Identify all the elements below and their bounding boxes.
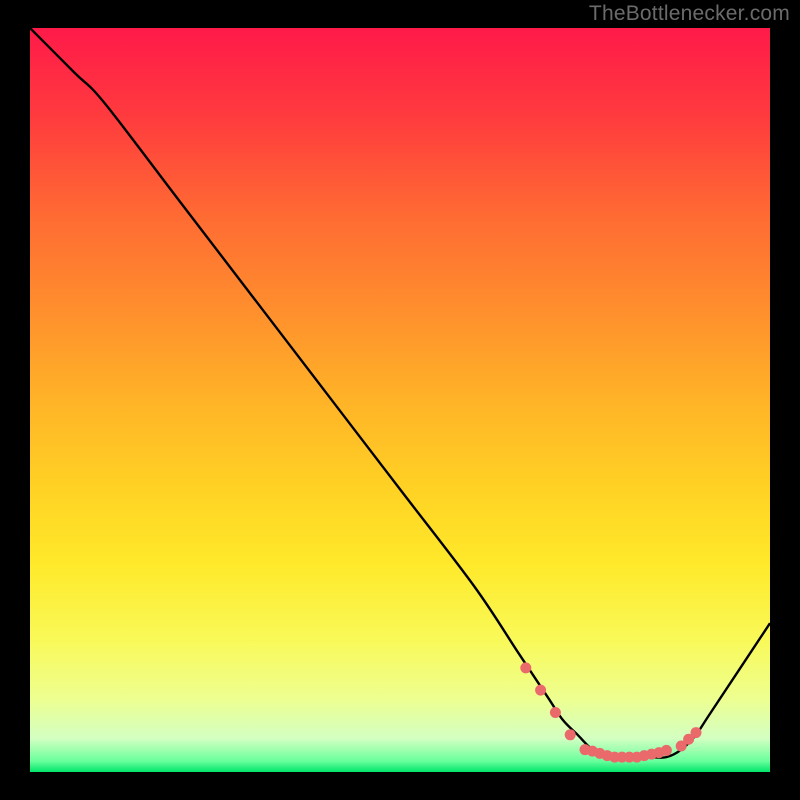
bottleneck-chart bbox=[0, 0, 800, 800]
marker-dot bbox=[535, 685, 546, 696]
marker-dot bbox=[550, 707, 561, 718]
marker-dot bbox=[520, 662, 531, 673]
chart-stage: TheBottlenecker.com bbox=[0, 0, 800, 800]
attribution-text: TheBottlenecker.com bbox=[589, 2, 790, 26]
marker-dot bbox=[691, 727, 702, 738]
marker-dot bbox=[661, 745, 672, 756]
gradient-panel bbox=[30, 28, 770, 772]
marker-dot bbox=[565, 729, 576, 740]
